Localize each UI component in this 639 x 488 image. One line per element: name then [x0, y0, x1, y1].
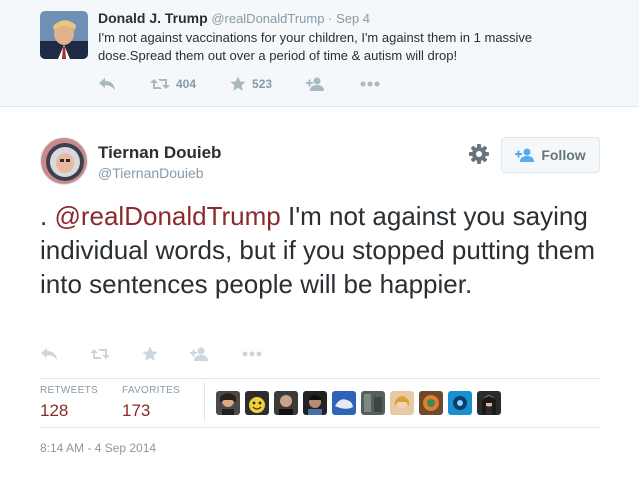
- reply-icon[interactable]: [40, 347, 58, 361]
- reply-icon[interactable]: [98, 77, 116, 91]
- parent-header: Donald J. Trump @realDonaldTrump · Sep 4: [98, 10, 370, 26]
- favoriter-avatar[interactable]: [361, 391, 385, 415]
- star-icon[interactable]: [142, 346, 158, 362]
- parent-retweet-count: 404: [176, 77, 197, 91]
- follow-icon[interactable]: [190, 347, 210, 361]
- parent-retweet-action[interactable]: 404: [150, 77, 196, 91]
- author-handle[interactable]: @TiernanDouieb: [98, 165, 204, 181]
- parent-tweet[interactable]: Donald J. Trump @realDonaldTrump · Sep 4…: [0, 0, 639, 107]
- parent-separator: ·: [328, 11, 333, 26]
- stats-top-divider: [40, 378, 600, 379]
- parent-action-bar: 404 523: [98, 74, 380, 94]
- favoriter-avatar[interactable]: [216, 391, 240, 415]
- retweets-stat[interactable]: RETWEETS 128: [40, 385, 98, 421]
- favoriter-avatar[interactable]: [419, 391, 443, 415]
- favorites-stat[interactable]: FAVORITES 173: [122, 385, 180, 421]
- favoriter-avatar[interactable]: [245, 391, 269, 415]
- retweets-count: 128: [40, 401, 69, 420]
- favoriter-avatar[interactable]: [390, 391, 414, 415]
- parent-author-avatar[interactable]: [40, 11, 88, 59]
- follow-button[interactable]: Follow: [501, 137, 600, 173]
- add-user-icon: [515, 148, 535, 162]
- favoriter-avatar[interactable]: [303, 391, 327, 415]
- favoriter-avatar[interactable]: [274, 391, 298, 415]
- favoriter-avatar[interactable]: [477, 391, 501, 415]
- follow-icon[interactable]: [306, 77, 326, 91]
- retweet-icon: [150, 79, 170, 89]
- stats-bottom-divider: [40, 427, 600, 428]
- tweet-timestamp[interactable]: 8:14 AM - 4 Sep 2014: [40, 441, 156, 455]
- more-icon[interactable]: [360, 81, 380, 87]
- parent-tweet-text: I'm not against vaccinations for your ch…: [98, 30, 533, 63]
- tweet-action-bar: [40, 344, 262, 364]
- gear-icon[interactable]: [468, 143, 490, 165]
- parent-date[interactable]: Sep 4: [336, 11, 370, 26]
- retweet-icon[interactable]: [90, 347, 110, 361]
- tweet-text-prefix: .: [40, 201, 55, 231]
- parent-author-handle[interactable]: @realDonaldTrump: [211, 11, 324, 26]
- tweet-text: . @realDonaldTrump I'm not against you s…: [40, 199, 600, 301]
- favorites-count: 173: [122, 401, 151, 420]
- stats-vertical-divider: [204, 382, 205, 422]
- favoriter-avatar[interactable]: [448, 391, 472, 415]
- favorites-label: FAVORITES: [122, 385, 181, 396]
- parent-favorite-count: 523: [252, 77, 273, 91]
- follow-label: Follow: [541, 147, 586, 163]
- star-icon: [230, 76, 246, 91]
- favoriter-avatars: [216, 391, 506, 415]
- mention-link[interactable]: @realDonaldTrump: [54, 201, 280, 231]
- author-avatar[interactable]: [40, 137, 88, 185]
- favoriter-avatar[interactable]: [332, 391, 356, 415]
- retweets-label: RETWEETS: [40, 385, 98, 396]
- author-name[interactable]: Tiernan Douieb: [98, 143, 221, 163]
- more-icon[interactable]: [242, 351, 262, 357]
- parent-author-name[interactable]: Donald J. Trump: [98, 10, 208, 26]
- parent-favorite-action[interactable]: 523: [230, 76, 272, 92]
